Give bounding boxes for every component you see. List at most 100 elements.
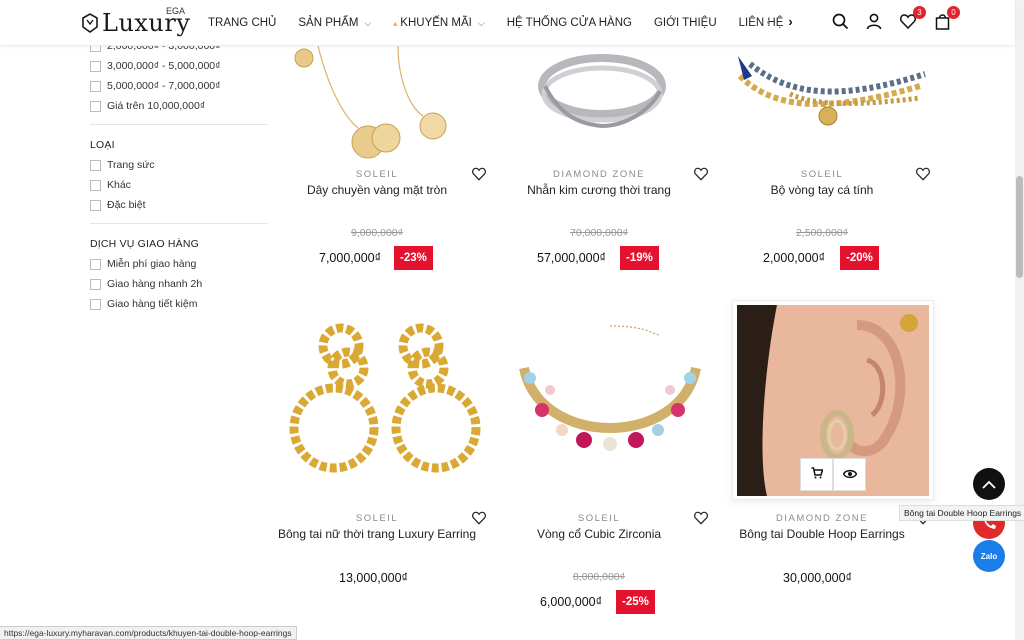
product-name[interactable]: Nhẫn kim cương thời trang (499, 182, 699, 198)
product-image[interactable] (288, 46, 468, 164)
zalo-chat-button[interactable]: Zalo (973, 540, 1005, 572)
product-price: 30,000,000₫ (783, 571, 852, 585)
filter-price-option[interactable]: 3,000,000₫ - 5,000,000₫ (90, 56, 270, 76)
browser-status-url: https://ega-luxury.myharavan.com/product… (0, 626, 297, 640)
product-price: 7,000,000₫ (319, 251, 382, 265)
search-icon[interactable] (830, 10, 850, 32)
wishlist-heart-icon[interactable] (472, 511, 486, 525)
divider (90, 223, 268, 224)
nav-about[interactable]: GIỚI THIỆU (654, 17, 717, 29)
logo-sup: EGA (166, 6, 186, 16)
filter-label: Đặc biệt (107, 199, 146, 211)
filter-label: 5,000,000₫ - 7,000,000₫ (107, 80, 221, 92)
product-brand: SOLEIL (800, 169, 844, 180)
site-header: Luxury EGA TRANG CHỦ SẢN PHẨM ⌵ ▴ KHUYẾN M… (0, 0, 1015, 46)
nav-stores[interactable]: HỆ THỐNG CỬA HÀNG (507, 17, 632, 29)
product-brand: SOLEIL (355, 513, 399, 524)
checkbox[interactable] (90, 179, 101, 191)
filter-type-option[interactable]: Khác (90, 175, 270, 195)
product-old-price: 2,500,000₫ (795, 227, 849, 239)
checkbox[interactable] (90, 199, 101, 211)
nav-label: KHUYẾN MÃI (400, 17, 472, 29)
wishlist-heart-icon[interactable] (694, 167, 708, 181)
filter-type-option[interactable]: Trang sức (90, 155, 270, 175)
product-brand: SOLEIL (577, 513, 621, 524)
filter-label: Miễn phí giao hàng (107, 258, 197, 270)
checkbox[interactable] (90, 60, 101, 72)
product-image[interactable] (510, 318, 710, 488)
filter-price-option[interactable]: 5,000,000₫ - 7,000,000₫ (90, 76, 270, 96)
checkbox[interactable] (90, 159, 101, 171)
discount-badge: -23% (394, 246, 433, 270)
nav-home[interactable]: TRANG CHỦ (208, 17, 276, 29)
quick-actions (800, 458, 866, 491)
flame-icon: ▴ (393, 18, 398, 28)
page: Luxury EGA TRANG CHỦ SẢN PHẨM ⌵ ▴ KHUYẾN M… (0, 0, 1024, 640)
chevron-right-icon[interactable]: › (788, 14, 792, 29)
quick-view-button[interactable] (833, 458, 866, 491)
discount-badge: -20% (840, 246, 879, 270)
cart-icon[interactable]: 0 (932, 6, 960, 32)
filter-label: Giao hàng tiết kiệm (107, 298, 198, 310)
chevron-down-icon: ⌵ (364, 17, 372, 28)
product-old-price: 9,000,000₫ (350, 227, 404, 239)
scrollbar-thumb[interactable] (1016, 176, 1023, 278)
add-to-cart-button[interactable] (800, 458, 833, 491)
product-brand: DIAMOND ZONE (776, 513, 868, 524)
wishlist-icon[interactable]: 3 (898, 6, 926, 32)
product-price: 13,000,000₫ (339, 571, 408, 585)
nav-promotions[interactable]: ▴ KHUYẾN MÃI ⌵ (393, 17, 484, 29)
filter-shipping-option[interactable]: Miễn phí giao hàng (90, 254, 270, 274)
cart-icon (811, 467, 824, 482)
checkbox[interactable] (90, 100, 101, 112)
nav-products[interactable]: SẢN PHẨM ⌵ (298, 17, 371, 29)
product-name[interactable]: Dây chuyền vàng mặt tròn (277, 182, 477, 198)
wishlist-count-badge: 3 (913, 6, 926, 19)
filter-label: Trang sức (107, 159, 155, 171)
product-image[interactable] (286, 318, 491, 488)
gem-logo-icon (82, 13, 98, 33)
nav-scroll-arrows: ‹ › (766, 14, 793, 29)
product-name[interactable]: Bông tai Double Hoop Earrings (722, 526, 922, 542)
checkbox[interactable] (90, 278, 101, 290)
filter-label: 3,000,000₫ - 5,000,000₫ (107, 60, 221, 72)
scrollbar-track[interactable] (1015, 0, 1024, 640)
product-name[interactable]: Vòng cổ Cubic Zirconia (499, 526, 699, 542)
checkbox[interactable] (90, 258, 101, 270)
chevron-left-icon[interactable]: ‹ (766, 14, 770, 29)
nav-label: GIỚI THIỆU (653, 17, 717, 29)
filter-shipping-option[interactable]: Giao hàng tiết kiệm (90, 294, 270, 314)
chevron-up-icon (982, 480, 996, 489)
filter-type-title: LOẠI (90, 139, 115, 151)
filter-label: Giá trên 10,000,000₫ (107, 100, 206, 112)
cart-count-badge: 0 (947, 6, 960, 19)
wishlist-heart-icon[interactable] (694, 511, 708, 525)
user-icon[interactable] (864, 10, 884, 32)
checkbox[interactable] (90, 80, 101, 92)
product-price: 6,000,000₫ (540, 595, 603, 609)
product-brand: SOLEIL (355, 169, 399, 180)
filter-shipping-title: DỊCH VỤ GIAO HÀNG (90, 238, 199, 250)
product-image[interactable] (730, 46, 930, 164)
filter-sidebar: 2,000,000₫ - 3,000,000₫ 3,000,000₫ - 5,0… (90, 36, 270, 314)
wishlist-heart-icon[interactable] (916, 167, 930, 181)
filter-label: Khác (107, 179, 131, 191)
product-image[interactable] (510, 46, 690, 164)
back-to-top-button[interactable] (973, 468, 1005, 500)
product-old-price: 8,000,000₫ (572, 571, 626, 583)
nav-label: TRANG CHỦ (208, 17, 277, 29)
eye-icon (842, 468, 857, 482)
product-name[interactable]: Bông tai nữ thời trang Luxury Earring (277, 526, 477, 542)
checkbox[interactable] (90, 298, 101, 310)
filter-shipping-option[interactable]: Giao hàng nhanh 2h (90, 274, 270, 294)
filter-price-option[interactable]: Giá trên 10,000,000₫ (90, 96, 270, 116)
product-price: 2,000,000₫ (763, 251, 826, 265)
main-nav: TRANG CHỦ SẢN PHẨM ⌵ ▴ KHUYẾN MÃI ⌵ HỆ THỐN… (208, 0, 805, 46)
product-old-price: 70,000,000₫ (570, 227, 628, 239)
nav-label: HỆ THỐNG CỬA HÀNG (506, 17, 632, 29)
filter-type-option[interactable]: Đặc biệt (90, 195, 270, 215)
product-tooltip: Bông tai Double Hoop Earrings (899, 505, 1024, 521)
product-name[interactable]: Bộ vòng tay cá tính (722, 182, 922, 198)
logo[interactable]: Luxury EGA (80, 6, 190, 40)
wishlist-heart-icon[interactable] (472, 167, 486, 181)
